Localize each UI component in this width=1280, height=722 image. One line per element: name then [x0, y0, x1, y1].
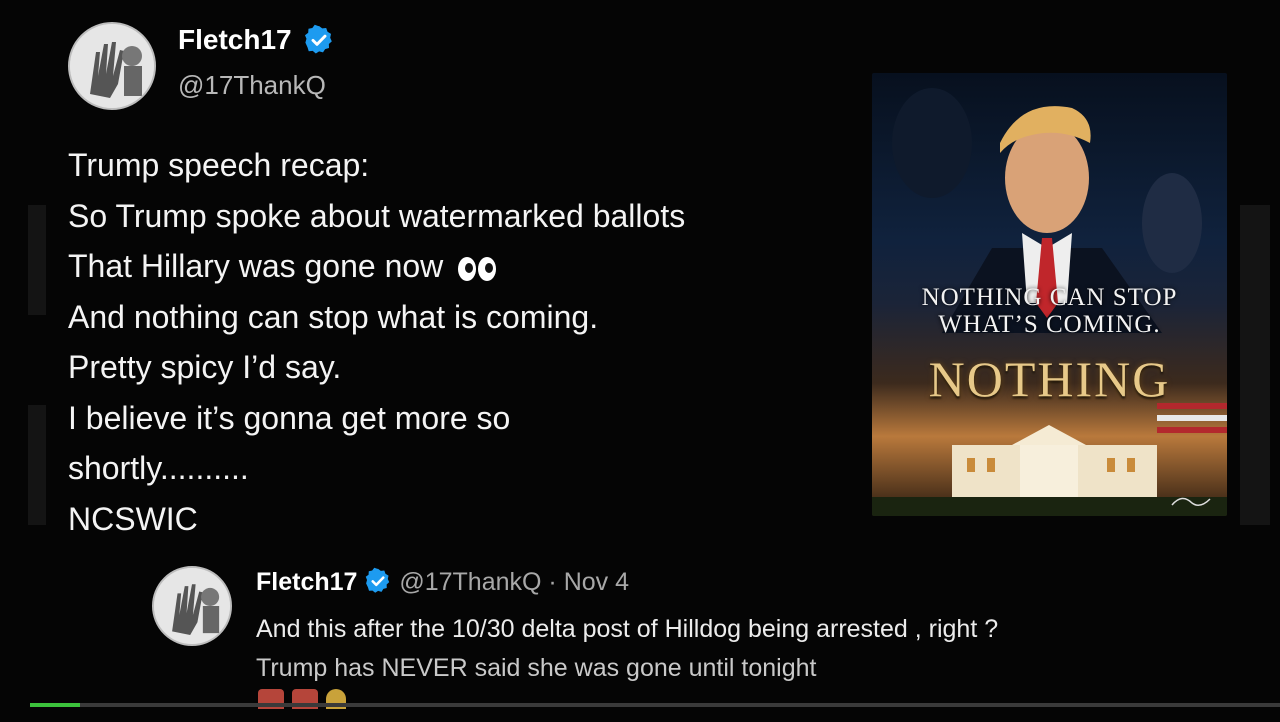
- reply-text-line-1: And this after the 10/30 delta post of H…: [256, 615, 999, 643]
- reply-author-avatar[interactable]: [152, 566, 232, 646]
- reply-author-handle[interactable]: @17ThankQ: [399, 568, 541, 596]
- author-handle[interactable]: @17ThankQ: [178, 70, 326, 101]
- post-image[interactable]: NOTHING CAN STOP WHAT’S COMING. NOTHING: [872, 73, 1227, 516]
- post-line-7: shortly..........: [68, 450, 249, 486]
- post-line-4: And nothing can stop what is coming.: [68, 298, 599, 335]
- background-panel-right: [1240, 205, 1270, 525]
- reply-author-name[interactable]: Fletch17: [256, 568, 357, 596]
- video-progress-bar[interactable]: [30, 703, 1280, 707]
- post-line-6: I believe it’s gonna get more so: [68, 399, 511, 436]
- post-line-3: That Hillary was gone now: [68, 241, 828, 292]
- author-name[interactable]: Fletch17: [178, 24, 335, 56]
- poster-headline-2: WHAT’S COMING.: [938, 311, 1161, 338]
- background-panel-left-2: [28, 405, 46, 525]
- author-avatar[interactable]: [68, 22, 156, 110]
- verified-badge-icon: [305, 24, 333, 54]
- poster-headline-1: NOTHING CAN STOP: [921, 284, 1178, 311]
- background-panel-left: [28, 205, 46, 315]
- reply-verified-badge-icon: [366, 568, 390, 594]
- reply-text-line-2: Trump has NEVER said she was gone until …: [256, 654, 817, 682]
- author-name-text[interactable]: Fletch17: [178, 24, 292, 55]
- avatar-image: [70, 24, 154, 108]
- post-line-2: So Trump spoke about watermarked ballots: [68, 197, 686, 234]
- post-line-5: Pretty spicy I’d say.: [68, 349, 342, 385]
- post-line-3-text: That Hillary was gone now: [68, 248, 444, 284]
- eyes-emoji-icon: [458, 256, 497, 281]
- poster-big-word: NOTHING: [928, 351, 1171, 407]
- post-line-1: Trump speech recap:: [68, 147, 370, 183]
- reply-date[interactable]: · Nov 4: [548, 568, 629, 596]
- reply-header: Fletch17 @17ThankQ · Nov 4: [256, 568, 629, 597]
- video-progress-fill: [30, 703, 80, 707]
- reply-avatar-image: [154, 568, 230, 644]
- post-line-8: NCSWIC: [68, 500, 198, 537]
- post-body: Trump speech recap: So Trump spoke about…: [68, 140, 828, 544]
